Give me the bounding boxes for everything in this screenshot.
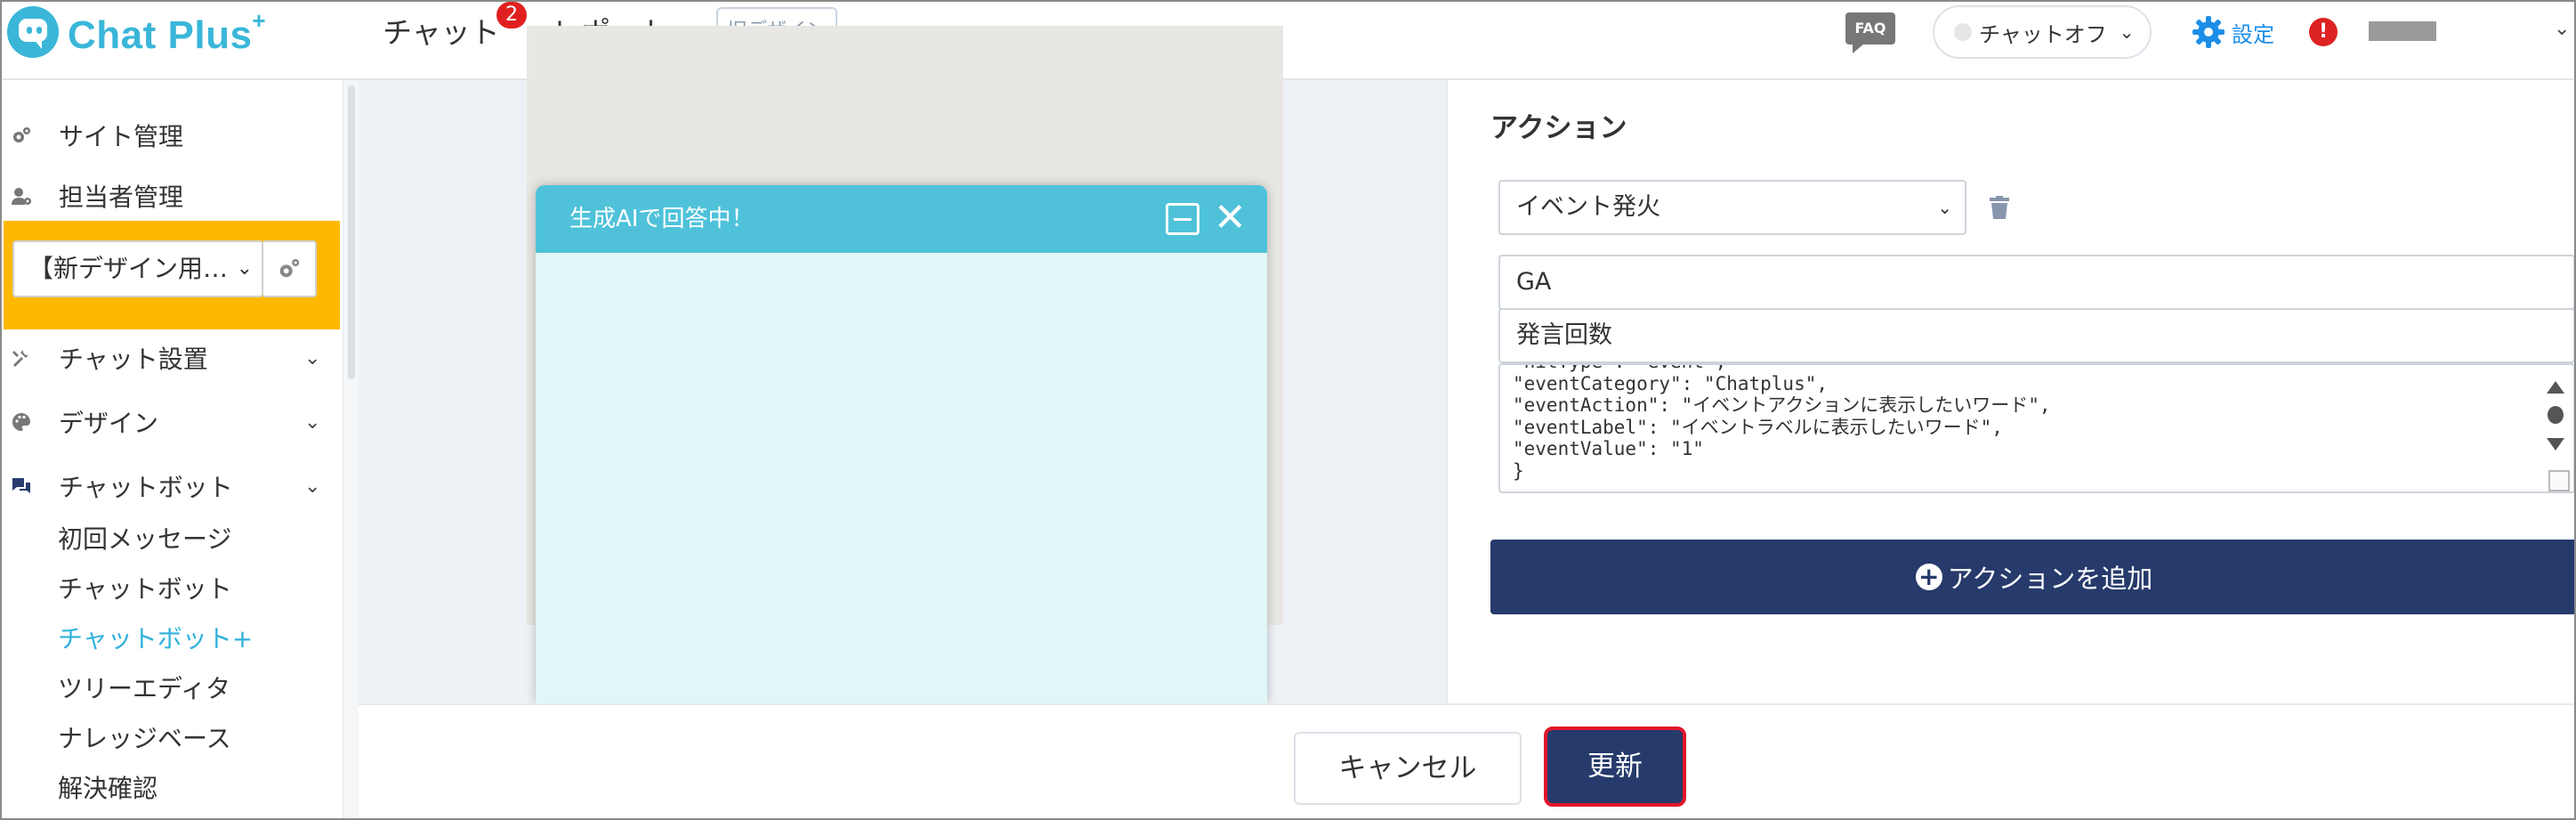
chat-count-badge: 2 [497,2,527,28]
status-dot-icon [1954,23,1972,41]
chat-status-label: チャットオフ [1979,21,2107,47]
scroll-up-icon[interactable] [2547,381,2564,394]
sidebar-item-label: 担当者管理 [59,183,184,212]
sidebar-subitem-knowledge-base[interactable]: ナレッジベース [58,719,231,755]
resize-handle-icon[interactable] [2548,470,2570,491]
sidebar-subitem-tree-editor[interactable]: ツリーエディタ [58,670,230,705]
panel-title: アクション [1490,112,1627,144]
chevron-down-icon: ⌄ [304,475,321,498]
sidebar-subitem-chatbot-plus[interactable]: チャットボット+ [58,620,253,655]
chevron-down-icon: ⌄ [304,346,321,369]
sidebar-subitem-resolution-check[interactable]: 解決確認 [58,769,157,805]
sidebar-item-chat-setup[interactable]: チャット設置 ⌄ [2,335,343,381]
scrollbar-thumb[interactable] [348,85,355,379]
action-type-select[interactable]: イベント発火 ⌄ [1498,180,1966,235]
event-name-field[interactable]: 発言回数 [1498,308,2574,363]
user-name-redacted[interactable] [2369,21,2436,41]
textarea-scrollbar[interactable] [2538,365,2573,491]
palette-icon [12,413,30,431]
plus-circle-icon: + [1915,564,1942,590]
settings-link[interactable]: 設定 [2191,14,2274,50]
gears-icon [279,258,300,278]
chevron-down-icon: ⌄ [2119,21,2135,43]
footer-bar: キャンセル 更新 [359,703,2574,818]
chevron-down-icon: ⌄ [1937,197,1952,218]
site-settings-button[interactable] [263,240,317,297]
chat-status-toggle[interactable]: チャットオフ ⌄ [1933,5,2152,59]
trash-icon[interactable] [1990,196,2009,219]
ga-field[interactable]: GA [1498,255,2574,310]
minimize-icon[interactable] [1166,203,1199,235]
chat-bubbles-icon [12,478,30,493]
user-menu-chevron-icon[interactable]: ⌄ [2554,18,2570,40]
sidebar-item-site-management[interactable]: サイト管理 [2,112,343,158]
top-header: Chat Plus+ チャット 2 レポート 旧デザイン FAQ チャットオフ … [2,2,2574,80]
sidebar-item-staff-management[interactable]: 担当者管理 [2,173,343,219]
sidebar-item-chatbot[interactable]: チャットボット ⌄ [2,463,343,509]
add-action-label: アクションを追加 [1947,564,2153,594]
scroll-thumb-icon[interactable] [2548,406,2564,424]
action-settings-panel: アクション イベント発火 ⌄ GA 発言回数 "hitType": "event… [1446,80,2574,703]
event-json-code: "hitType": "event", "eventCategory": "Ch… [1513,365,2051,482]
logo-text: Chat Plus+ [68,6,267,57]
sidebar-item-label: サイト管理 [59,122,184,151]
alert-icon[interactable]: ! [2309,18,2338,46]
chat-window-title: 生成AIで回答中！ [569,206,755,232]
chat-window-header: 生成AIで回答中！ [536,185,1267,253]
site-select-highlight: 【新デザイン用… ⌄ [4,221,340,329]
scroll-down-icon[interactable] [2547,438,2564,451]
sidebar-subitem-chatbot[interactable]: チャットボット [58,570,232,605]
event-json-textarea[interactable]: "hitType": "event", "eventCategory": "Ch… [1498,363,2574,493]
chevron-down-icon: ⌄ [236,257,253,280]
sidebar-item-label: チャットボット [59,473,233,502]
settings-label: 設定 [2232,21,2274,47]
site-select-value: 【新デザイン用… [28,254,229,283]
app-window: Chat Plus+ チャット 2 レポート 旧デザイン FAQ チャットオフ … [0,0,2576,820]
tools-icon [12,350,28,367]
chatplus-logo-icon [7,6,59,58]
chat-window-preview: 生成AIで回答中！ ✕ [536,185,1267,703]
sidebar-scrollbar[interactable] [343,80,359,818]
close-icon[interactable]: ✕ [1214,196,1247,240]
sidebar-item-design[interactable]: デザイン ⌄ [2,399,343,445]
action-type-value: イベント発火 [1516,193,1660,221]
add-action-button[interactable]: + アクションを追加 [1490,540,2574,614]
gears-icon [13,127,30,142]
faq-icon[interactable]: FAQ [1845,12,1895,53]
sidebar: サイト管理 担当者管理 [2,80,343,818]
update-button[interactable]: 更新 [1544,727,1686,807]
logo[interactable]: Chat Plus+ [7,4,266,61]
cancel-button[interactable]: キャンセル [1294,732,1522,805]
nav-chat[interactable]: チャット [383,9,500,52]
user-gear-icon [12,188,31,205]
sidebar-subitem-first-message[interactable]: 初回メッセージ [58,520,231,556]
sidebar-item-label: チャット設置 [59,345,208,374]
gear-icon [2192,16,2225,48]
sidebar-item-label: デザイン [59,409,159,438]
site-select[interactable]: 【新デザイン用… ⌄ [12,240,263,297]
chevron-down-icon: ⌄ [304,410,321,434]
